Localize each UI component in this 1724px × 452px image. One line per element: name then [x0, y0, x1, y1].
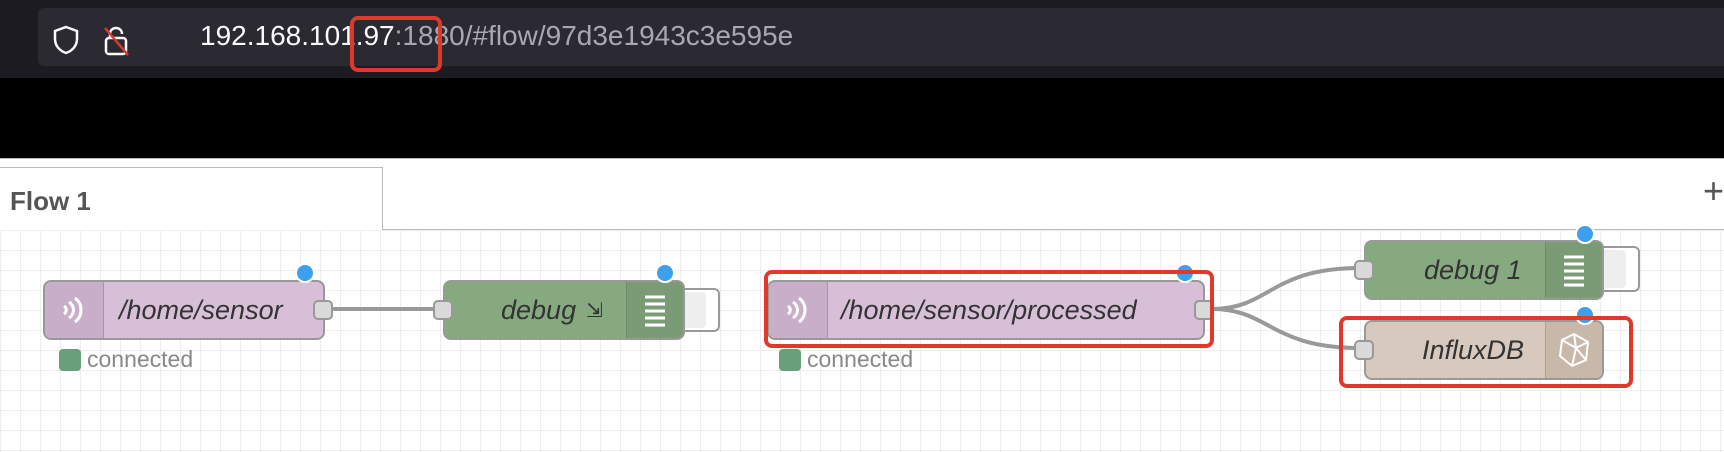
flow-canvas[interactable]: /home/sensor connected debug ⇲ /home/sens…: [0, 224, 1724, 452]
tab-label: Flow 1: [10, 186, 91, 216]
insecure-lock-icon[interactable]: [102, 25, 130, 62]
status-square-icon: [779, 348, 801, 371]
debug-list-icon: [626, 282, 683, 338]
influxdb-node-highlight-box: [1339, 316, 1633, 388]
port-highlight-box: [350, 16, 442, 72]
node-status: connected: [779, 346, 913, 373]
browser-toolbar: 192.168.101.97:1880/#flow/97d3e1943c3e59…: [0, 0, 1724, 78]
workspace-tabs: Flow 1 +: [0, 158, 1724, 231]
processed-node-highlight-box: [764, 270, 1214, 348]
url-port-path: :1880/#flow/97d3e1943c3e595e: [394, 20, 794, 51]
input-port[interactable]: [1354, 260, 1374, 280]
shield-icon[interactable]: [52, 25, 80, 60]
wire-processed-influxdb: [1211, 307, 1361, 350]
url-text[interactable]: 192.168.101.97:1880/#flow/97d3e1943c3e59…: [200, 20, 793, 52]
node-label: debug ⇲: [501, 294, 603, 325]
changed-indicator: [655, 263, 675, 283]
debug-node[interactable]: debug ⇲: [443, 280, 685, 340]
node-label: /home/sensor: [119, 294, 283, 325]
tab-flow-1[interactable]: Flow 1: [0, 167, 383, 231]
status-text: connected: [807, 346, 914, 372]
input-port[interactable]: [433, 300, 453, 320]
address-bar[interactable]: 192.168.101.97:1880/#flow/97d3e1943c3e59…: [38, 8, 1724, 66]
changed-indicator: [295, 263, 315, 283]
output-port[interactable]: [313, 300, 333, 320]
wire-processed-debug1: [1211, 266, 1361, 311]
arrow-icon: ⇲: [586, 299, 603, 322]
mqtt-icon: [45, 282, 104, 338]
page-header-band: [0, 78, 1724, 158]
debug-list-icon: [1545, 242, 1602, 298]
add-tab-button[interactable]: +: [1703, 173, 1724, 209]
node-status: connected: [59, 346, 193, 373]
mqtt-in-node-home-sensor[interactable]: /home/sensor: [43, 280, 325, 340]
status-square-icon: [59, 348, 81, 371]
status-text: connected: [87, 346, 194, 372]
changed-indicator: [1575, 224, 1595, 244]
debug-1-node[interactable]: debug 1: [1364, 240, 1604, 300]
node-label: debug 1: [1424, 254, 1522, 285]
